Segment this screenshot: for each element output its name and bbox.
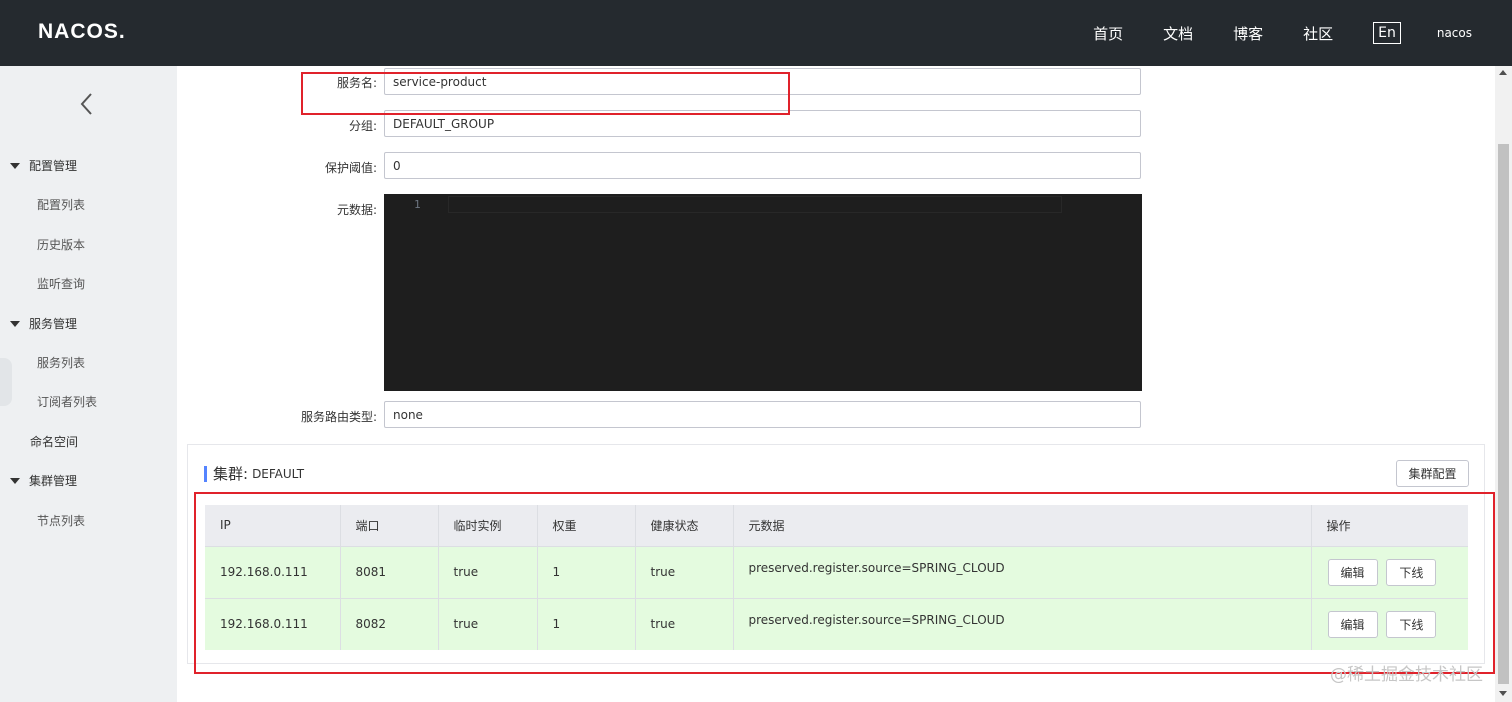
cluster-name: DEFAULT bbox=[252, 466, 305, 481]
nav-home[interactable]: 首页 bbox=[1093, 23, 1123, 44]
nav-community[interactable]: 社区 bbox=[1303, 23, 1333, 44]
annotation-box-service-name bbox=[301, 72, 790, 115]
nav-blog[interactable]: 博客 bbox=[1233, 23, 1263, 44]
nacos-logo[interactable]: NACOS. bbox=[38, 20, 126, 44]
sidebar-item-node-list[interactable]: 节点列表 bbox=[37, 512, 85, 529]
annotation-box-instances bbox=[194, 492, 1495, 674]
vertical-scrollbar[interactable] bbox=[1495, 66, 1512, 702]
caret-down-icon bbox=[10, 477, 20, 484]
protect-threshold-field[interactable]: 0 bbox=[384, 152, 1141, 179]
top-navbar: NACOS. 首页 文档 博客 社区 En nacos bbox=[0, 0, 1512, 66]
cluster-title: 集群: DEFAULT bbox=[204, 463, 304, 484]
caret-down-icon bbox=[10, 320, 20, 327]
sidebar-item-subscriber-list[interactable]: 订阅者列表 bbox=[37, 393, 97, 410]
sidebar-group-label: 服务管理 bbox=[29, 317, 78, 331]
sidebar-group-service[interactable]: 服务管理 bbox=[0, 315, 77, 332]
user-menu[interactable]: nacos bbox=[1437, 26, 1472, 40]
sidebar-group-label: 集群管理 bbox=[29, 474, 78, 488]
metadata-code-editor[interactable]: 1 bbox=[384, 194, 1142, 391]
sidebar-group-label: 配置管理 bbox=[29, 159, 78, 173]
cluster-config-button[interactable]: 集群配置 bbox=[1396, 460, 1469, 487]
collapse-sidebar-icon[interactable] bbox=[75, 90, 99, 118]
watermark: @稀土掘金技术社区 bbox=[1330, 665, 1483, 685]
scroll-down-icon[interactable] bbox=[1499, 691, 1507, 696]
top-nav: 首页 文档 博客 社区 En nacos bbox=[1093, 0, 1512, 66]
cluster-title-label: 集群: bbox=[213, 465, 249, 483]
caret-down-icon bbox=[10, 162, 20, 169]
nav-docs[interactable]: 文档 bbox=[1163, 23, 1193, 44]
scrollbar-thumb[interactable] bbox=[1498, 144, 1509, 684]
sidebar-item-service-list[interactable]: 服务列表 bbox=[37, 354, 85, 371]
sidebar-item-config-list[interactable]: 配置列表 bbox=[37, 196, 85, 213]
metadata-label: 元数据: bbox=[336, 203, 377, 217]
editor-current-line bbox=[448, 196, 1062, 213]
route-type-field[interactable]: none bbox=[384, 401, 1141, 428]
title-accent-bar bbox=[204, 465, 207, 482]
sidebar-notch bbox=[0, 358, 12, 406]
sidebar-item-namespace[interactable]: 命名空间 bbox=[30, 433, 78, 450]
sidebar-group-cluster[interactable]: 集群管理 bbox=[0, 472, 77, 489]
scroll-up-icon[interactable] bbox=[1499, 70, 1507, 75]
language-toggle[interactable]: En bbox=[1373, 22, 1401, 44]
sidebar-group-config[interactable]: 配置管理 bbox=[0, 157, 77, 174]
sidebar: 配置管理 配置列表 历史版本 监听查询 服务管理 服务列表 订阅者列表 命名空间… bbox=[0, 66, 177, 702]
sidebar-item-history[interactable]: 历史版本 bbox=[37, 236, 85, 253]
line-number: 1 bbox=[414, 198, 421, 211]
protect-threshold-label: 保护阈值: bbox=[324, 161, 377, 175]
sidebar-item-listener-query[interactable]: 监听查询 bbox=[37, 275, 85, 292]
route-type-label: 服务路由类型: bbox=[300, 410, 377, 424]
group-label: 分组: bbox=[348, 119, 377, 133]
